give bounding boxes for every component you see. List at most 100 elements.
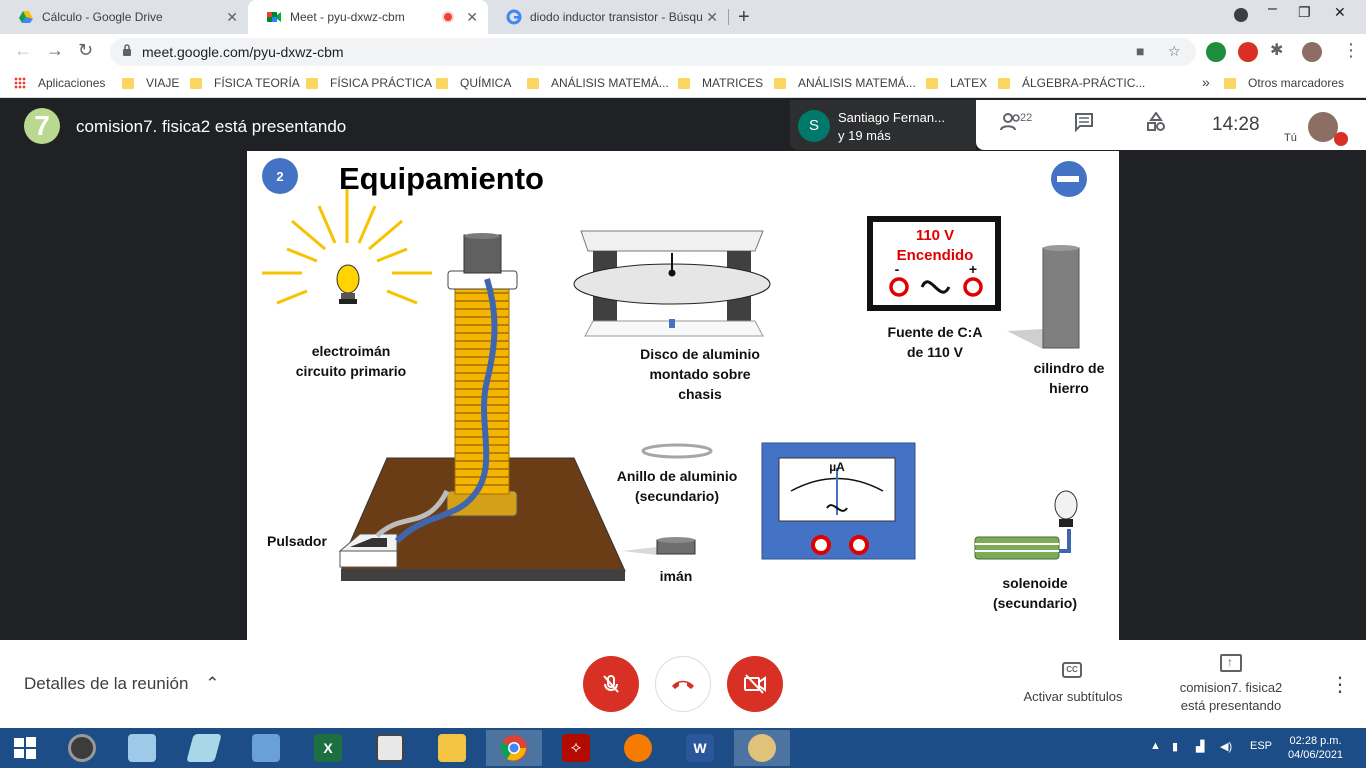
minus-terminal-label: -	[894, 261, 900, 277]
taskbar-app-orange[interactable]	[610, 730, 666, 766]
webcam-icon	[68, 734, 96, 762]
bookmark-folder[interactable]: ANÁLISIS MATEMÁ...	[527, 76, 669, 90]
magnet	[622, 537, 696, 555]
control-panel-icon	[252, 734, 280, 762]
taskbar-chrome[interactable]	[486, 730, 542, 766]
bookmark-folder[interactable]: QUÍMICA	[436, 76, 511, 90]
avatar: S	[798, 110, 830, 142]
bookmark-folder[interactable]: MATRICES	[678, 76, 763, 90]
present-screen-icon[interactable]: ↑	[1220, 654, 1242, 672]
forward-icon[interactable]: →	[46, 40, 64, 61]
lock-icon	[123, 44, 131, 56]
captions-label[interactable]: Activar subtítulos	[1010, 688, 1136, 706]
calculator-icon	[128, 734, 156, 762]
folder-icon	[1224, 77, 1236, 89]
close-icon[interactable]: ✕	[706, 9, 718, 26]
url-text: meet.google.com/pyu-dxwz-cbm	[142, 44, 344, 60]
extension-adblock-icon[interactable]	[1238, 42, 1258, 62]
taskbar-calculator[interactable]	[114, 730, 170, 766]
back-icon[interactable]: ←	[14, 40, 32, 61]
taskbar-explorer[interactable]	[424, 730, 480, 766]
bookmark-folder[interactable]: LATEX	[926, 76, 987, 90]
folder-icon	[438, 734, 466, 762]
camera-icon[interactable]: ■	[1136, 43, 1144, 59]
tab-strip: Cálculo - Google Drive ✕ Meet - pyu-dxwz…	[0, 0, 1366, 34]
more-options-icon[interactable]: ⋮	[1330, 672, 1350, 697]
bookmarks-overflow[interactable]: »	[1202, 74, 1210, 90]
taskbar-word[interactable]: W	[672, 730, 728, 766]
close-icon[interactable]: ✕	[466, 9, 478, 26]
taskbar-control-panel[interactable]	[238, 730, 294, 766]
pdf-icon: ⟡	[562, 734, 590, 762]
tab-search-menu-icon[interactable]	[1234, 8, 1248, 22]
meeting-details-button[interactable]: Detalles de la reunión ⌃	[24, 674, 219, 694]
tray-expand-icon[interactable]: ▲	[1150, 740, 1161, 752]
taskbar-app[interactable]	[362, 730, 418, 766]
restore-icon[interactable]: ❐	[1298, 4, 1311, 21]
taskbar-paint[interactable]	[734, 730, 790, 766]
mic-off-icon	[603, 675, 619, 693]
camera-toggle-button[interactable]	[727, 656, 783, 712]
people-icon[interactable]	[1000, 112, 1022, 138]
minimize-icon[interactable]: –	[1268, 0, 1277, 18]
taskbar-acrobat[interactable]: ⟡	[548, 730, 604, 766]
label-fuente: Fuente de C:A de 110 V	[887, 324, 983, 360]
mic-toggle-button[interactable]	[583, 656, 639, 712]
reload-icon[interactable]: ↻	[78, 40, 93, 61]
volume-icon[interactable]: ◀)	[1220, 740, 1232, 753]
tab-drive-label: Cálculo - Google Drive	[42, 10, 163, 24]
presenting-banner: comision7. fisica2 está presentando	[76, 117, 347, 136]
extension-check-icon[interactable]	[1206, 42, 1226, 62]
plus-terminal-label: +	[968, 261, 978, 277]
windows-start-button[interactable]	[0, 730, 50, 766]
taskbar-camera-app[interactable]	[54, 730, 110, 766]
self-label: Tú	[1284, 132, 1297, 144]
signal-icon[interactable]: ▟	[1196, 740, 1204, 753]
bookmark-other[interactable]: Otros marcadores	[1224, 76, 1344, 90]
new-tab-button[interactable]: +	[738, 6, 750, 29]
close-icon[interactable]: ✕	[226, 9, 238, 26]
bookmark-folder[interactable]: FÍSICA TEORÍA	[190, 76, 300, 90]
tab-meet-label: Meet - pyu-dxwz-cbm	[290, 10, 405, 24]
bookmark-folder[interactable]: ÁLGEBRA-PRÁCTIC...	[998, 76, 1145, 90]
bookmark-apps[interactable]: Aplicaciones	[14, 76, 105, 90]
meeting-clock: 14:28	[1212, 114, 1260, 135]
close-window-icon[interactable]: ✕	[1334, 4, 1346, 21]
participant-chip[interactable]: S Santiago Fernan... y 19 más	[790, 100, 976, 150]
folder-icon	[926, 77, 938, 89]
puzzle-icon[interactable]: ✱	[1270, 40, 1283, 60]
bookmark-folder[interactable]: ANÁLISIS MATEMÁ...	[774, 76, 916, 90]
taskbar-notes[interactable]	[176, 730, 232, 766]
language-indicator[interactable]: ESP	[1250, 740, 1272, 752]
bookmark-folder[interactable]: VIAJE	[122, 76, 179, 90]
label-solenoide: solenoide (secundario)	[992, 575, 1077, 611]
taskbar-excel[interactable]: X	[300, 730, 356, 766]
tab-meet[interactable]: Meet - pyu-dxwz-cbm ✕	[248, 0, 488, 34]
star-icon[interactable]: ☆	[1168, 43, 1181, 60]
meet-controls: Detalles de la reunión ⌃ CC Activar subt…	[0, 640, 1366, 728]
excel-icon: X	[314, 734, 342, 762]
chat-icon[interactable]	[1074, 112, 1094, 138]
label-disco: Disco de aluminio montado sobre chasis	[640, 346, 760, 402]
system-clock[interactable]: 02:28 p.m. 04/06/2021	[1288, 734, 1343, 762]
profile-avatar[interactable]	[1302, 42, 1322, 62]
captions-icon[interactable]: CC	[1062, 662, 1082, 678]
tab-separator	[728, 9, 729, 25]
meter-unit: µA	[829, 460, 845, 474]
battery-icon[interactable]: ▮	[1172, 740, 1178, 753]
activities-icon[interactable]	[1146, 111, 1166, 138]
windows-taskbar: X ⟡ W ▲ ▮ ▟ ◀) ESP 02:28 p.m. 04/06/2021	[0, 728, 1366, 768]
address-bar[interactable]: meet.google.com/pyu-dxwz-cbm ■ ☆	[110, 38, 1196, 66]
recording-icon	[442, 11, 454, 23]
end-call-button[interactable]	[655, 656, 711, 712]
tab-search[interactable]: diodo inductor transistor - Búsqu ✕	[488, 0, 728, 34]
push-button	[338, 533, 398, 568]
windows-logo-icon	[14, 737, 36, 759]
present-status[interactable]: comision7. fisica2 está presentando	[1170, 679, 1292, 715]
label-electroiman: electroimán circuito primario	[295, 343, 407, 379]
google-drive-icon	[18, 9, 34, 25]
tab-drive[interactable]: Cálculo - Google Drive ✕	[0, 0, 248, 34]
menu-icon[interactable]: ⋮	[1342, 40, 1360, 61]
label-cilindro: cilindro de hierro	[1033, 360, 1105, 396]
bookmark-folder[interactable]: FÍSICA PRÁCTICA	[306, 76, 432, 90]
